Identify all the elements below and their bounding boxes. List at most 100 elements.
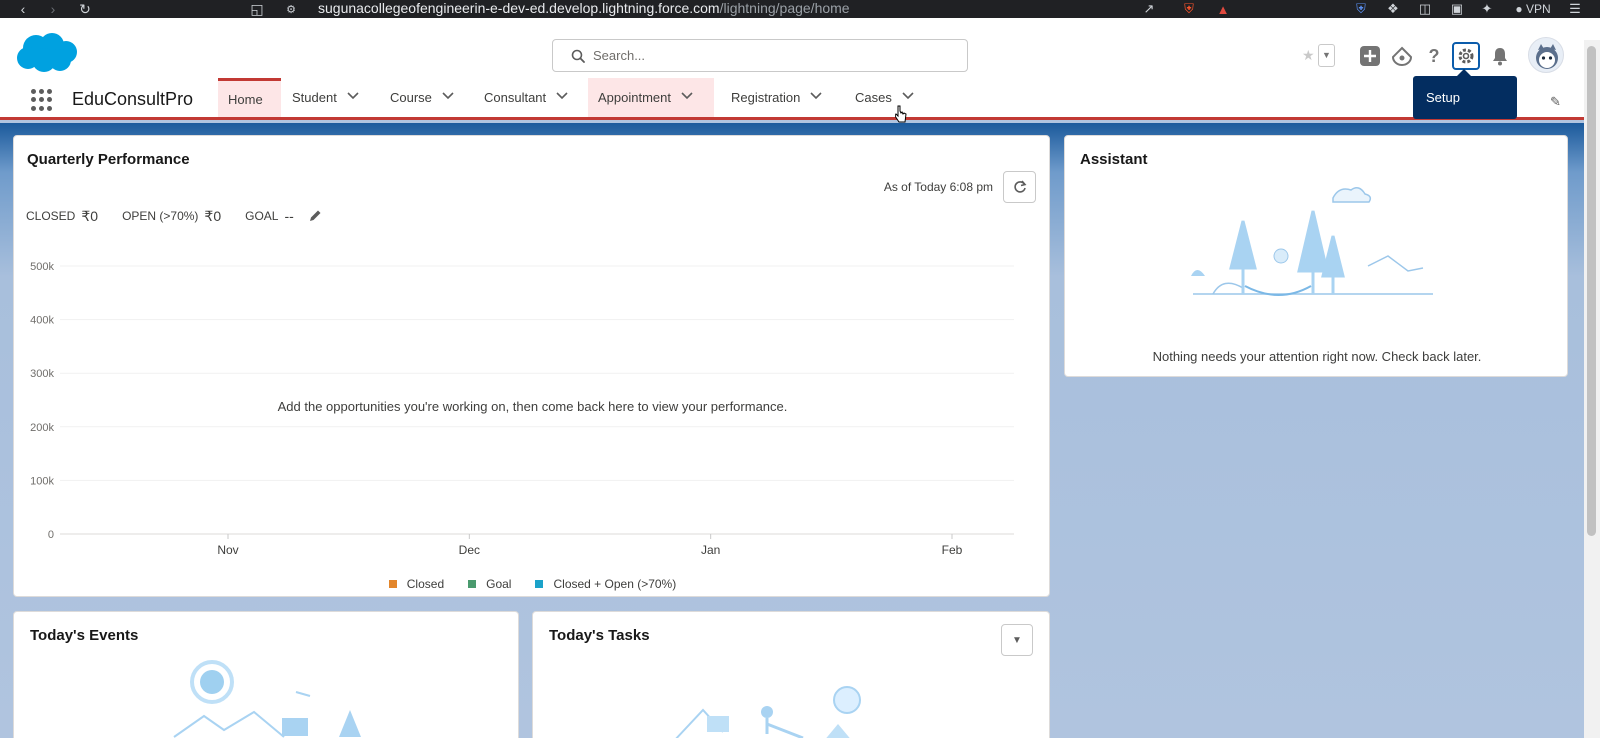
goal-label: GOAL: [245, 209, 279, 223]
legend-swatch: [535, 580, 544, 588]
closed-label: CLOSED: [26, 209, 76, 223]
edit-goal-pencil-icon[interactable]: [308, 209, 322, 223]
y-tick-label: 300k: [30, 368, 54, 380]
chevron-down-icon[interactable]: [347, 92, 361, 103]
card-title: Today's Events: [30, 627, 139, 644]
tab-label: Course: [390, 90, 432, 105]
rewards-icon[interactable]: ▲: [1214, 1, 1232, 17]
tab-student[interactable]: Student: [282, 78, 361, 117]
url-host: sugunacollegeofengineerin-e-dev-ed.devel…: [318, 0, 720, 16]
trailhead-icon[interactable]: [1390, 44, 1414, 68]
favorites-group: ★ ▼: [1302, 43, 1336, 67]
wallet-icon[interactable]: ▣: [1448, 1, 1466, 17]
mouse-cursor-icon: [895, 105, 907, 123]
search-icon: [571, 49, 585, 63]
legend-label: Closed + Open (>70%): [553, 577, 677, 591]
salesforce-logo[interactable]: [14, 32, 78, 74]
tasks-illustration: [675, 686, 861, 738]
vpn-button[interactable]: ● VPN: [1512, 1, 1554, 17]
address-bar[interactable]: sugunacollegeofengineerin-e-dev-ed.devel…: [318, 0, 850, 18]
vpn-label: VPN: [1525, 2, 1551, 16]
refresh-icon: [1013, 180, 1026, 193]
leo-ai-icon[interactable]: ✦: [1478, 1, 1496, 17]
as-of-timestamp: As of Today 6:08 pm: [883, 180, 993, 194]
app-name: EduConsultPro: [72, 89, 194, 109]
quarterly-performance-card: Quarterly Performance As of Today 6:08 p…: [13, 135, 1050, 597]
open-value: ₹0: [204, 207, 222, 224]
card-title: Today's Tasks: [549, 627, 650, 644]
tasks-filter-dropdown-button[interactable]: ▼: [1001, 624, 1033, 656]
global-search[interactable]: [552, 39, 968, 72]
brave-shield-icon[interactable]: ⛨: [1180, 1, 1198, 17]
app-navigation-bar: EduConsultPro Home Student Course Consul…: [0, 78, 1600, 120]
todays-tasks-card: Today's Tasks ▼: [532, 611, 1050, 738]
help-icon[interactable]: ?: [1422, 44, 1446, 68]
tab-consultant[interactable]: Consultant: [474, 78, 570, 117]
user-avatar[interactable]: [1528, 37, 1564, 73]
assistant-card: Assistant Nothing needs your attention r…: [1064, 135, 1568, 377]
legend-item: Closed + Open (>70%): [535, 577, 676, 591]
chevron-down-icon[interactable]: [681, 92, 695, 103]
tab-registration[interactable]: Registration: [721, 78, 824, 117]
closed-value: ₹0: [81, 207, 99, 224]
setup-tooltip: Setup: [1413, 69, 1517, 119]
global-actions-icon[interactable]: [1358, 44, 1382, 68]
tab-label: Consultant: [484, 90, 547, 105]
search-input[interactable]: [593, 48, 893, 63]
y-tick-label: 0: [48, 529, 54, 541]
todays-events-card: Today's Events: [13, 611, 519, 738]
global-header: ★ ▼ ?: [0, 18, 1600, 78]
browser-toolbar: ‹ › ↻ ◱ ⚙ sugunacollegeofengineerin-e-de…: [0, 0, 1600, 18]
legend-label: Closed: [406, 577, 445, 591]
chevron-down-icon[interactable]: [902, 92, 916, 103]
refresh-button[interactable]: [1003, 171, 1036, 203]
menu-icon[interactable]: ☰: [1566, 1, 1584, 17]
open-label: OPEN (>70%): [122, 209, 199, 223]
tab-label: Cases: [855, 90, 892, 105]
share-icon[interactable]: ↗: [1140, 1, 1158, 17]
tab-appointment[interactable]: Appointment: [588, 78, 714, 117]
edit-nav-pencil-icon[interactable]: ✎: [1550, 94, 1561, 110]
legend-item: Goal: [468, 577, 511, 591]
scrollbar-thumb[interactable]: [1587, 46, 1596, 536]
x-tick-label: Feb: [942, 543, 963, 557]
favorites-list-button[interactable]: ▼: [1318, 43, 1335, 67]
events-illustration: [173, 660, 361, 738]
chevron-down-icon[interactable]: [810, 92, 824, 103]
extensions-icon[interactable]: ❖: [1384, 1, 1402, 17]
reload-icon[interactable]: ↻: [74, 0, 96, 18]
kpi-row: CLOSED ₹0 OPEN (>70%) ₹0 GOAL --: [26, 207, 322, 225]
notifications-bell-icon[interactable]: [1488, 44, 1512, 68]
legend-label: Goal: [486, 577, 512, 591]
favorite-star-icon[interactable]: ★: [1302, 47, 1318, 64]
bitwarden-icon[interactable]: ⛨: [1352, 1, 1370, 17]
sidebar-icon[interactable]: ◫: [1416, 1, 1434, 17]
page-scrollbar[interactable]: [1584, 40, 1600, 738]
card-title: Assistant: [1080, 151, 1148, 168]
tab-home[interactable]: Home: [218, 78, 281, 117]
legend-swatch: [388, 580, 397, 588]
chevron-down-icon[interactable]: [442, 92, 456, 103]
chevron-down-icon[interactable]: [556, 92, 570, 103]
assistant-illustration: [1191, 187, 1433, 296]
tab-label: Appointment: [598, 90, 671, 105]
x-tick-label: Nov: [217, 543, 238, 557]
site-info-icon[interactable]: ⚙: [280, 0, 302, 18]
tab-label: Student: [292, 90, 337, 105]
url-path: /lightning/page/home: [719, 0, 850, 16]
y-tick-label: 400k: [30, 315, 54, 327]
chart-empty-message: Add the opportunities you're working on,…: [277, 399, 788, 414]
tab-label: Home: [228, 91, 263, 107]
bookmark-icon[interactable]: ◱: [246, 0, 268, 18]
goal-value: --: [284, 208, 294, 224]
y-tick-label: 100k: [30, 475, 54, 487]
x-tick-label: Dec: [459, 543, 480, 557]
setup-gear-button[interactable]: [1452, 42, 1480, 70]
back-icon[interactable]: ‹: [12, 0, 34, 18]
app-launcher-icon[interactable]: [30, 88, 54, 112]
tab-course[interactable]: Course: [380, 78, 456, 117]
assistant-message: Nothing needs your attention right now. …: [1152, 349, 1482, 364]
forward-icon[interactable]: ›: [42, 0, 64, 18]
y-tick-label: 200k: [30, 422, 54, 434]
gear-icon: [1458, 48, 1474, 64]
